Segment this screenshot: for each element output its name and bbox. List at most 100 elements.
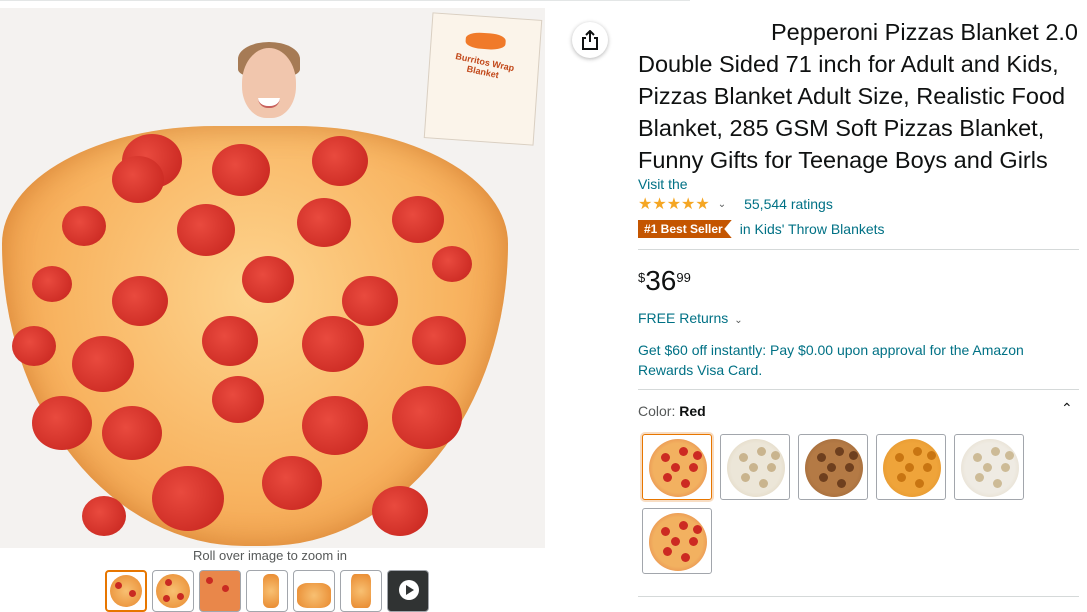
swatch-dot xyxy=(663,473,672,482)
thumbnail-1[interactable] xyxy=(105,570,147,612)
chevron-down-icon: ⌄ xyxy=(734,315,743,326)
thumbnail-video[interactable] xyxy=(387,570,429,612)
color-swatch-tortilla-light[interactable] xyxy=(954,434,1024,500)
color-swatch-pepperoni-pizza-2[interactable] xyxy=(642,508,712,574)
swatch-dot xyxy=(693,525,702,534)
swatch-dot xyxy=(681,553,690,562)
pepperoni-slice xyxy=(392,386,462,449)
product-title-line-1: Pepperoni Pizzas Blanket 2.0 xyxy=(771,19,1078,45)
main-product-image[interactable]: Burritos Wrap Blanket xyxy=(0,8,545,548)
chevron-up-icon[interactable]: ⌃ xyxy=(1061,400,1073,417)
pepperoni-slice xyxy=(212,144,270,196)
swatch-dot xyxy=(915,479,924,488)
thumbnail-4[interactable] xyxy=(246,570,288,612)
visit-store-link[interactable]: Visit the xyxy=(638,176,688,192)
color-selector-label: Color: Red xyxy=(638,403,1076,419)
swatch-dot xyxy=(759,479,768,488)
pepperoni-slice xyxy=(302,396,368,455)
pepperoni-slice xyxy=(177,204,235,256)
pepperoni-slice xyxy=(242,256,294,303)
pepperoni-slice xyxy=(82,496,126,536)
ratings-count-link[interactable]: 55,544 ratings xyxy=(744,196,833,212)
star-rating-icon[interactable]: ★★★★★ xyxy=(638,194,710,214)
color-swatch-tortilla[interactable] xyxy=(720,434,790,500)
rating-row: ★★★★★ ⌄ 55,544 ratings xyxy=(638,195,833,213)
free-returns-label: FREE Returns xyxy=(638,310,729,326)
color-label: Color: xyxy=(638,403,676,419)
swatch-dot xyxy=(983,463,992,472)
bag-logo xyxy=(465,31,507,51)
swatch-dot xyxy=(749,463,758,472)
swatch-dot xyxy=(679,521,688,530)
free-returns-link[interactable]: FREE Returns ⌄ xyxy=(638,310,743,326)
swatch-dot xyxy=(975,473,984,482)
pepperoni-slice xyxy=(202,316,258,366)
swatch-dot xyxy=(905,463,914,472)
chevron-down-icon[interactable]: ⌄ xyxy=(718,199,726,210)
pepperoni-slice xyxy=(112,156,164,203)
thumbnail-6[interactable] xyxy=(340,570,382,612)
product-title-line-5: Funny Gifts for Teenage Boys and Girls xyxy=(638,147,1048,173)
product-info: Pepperoni Pizzas Blanket 2.0 Double Side… xyxy=(638,16,1078,176)
pepperoni-slice xyxy=(32,266,72,302)
drawstring-bag-image: Burritos Wrap Blanket xyxy=(423,12,543,146)
card-offer-link[interactable]: Get $60 off instantly: Pay $0.00 upon ap… xyxy=(638,340,1068,380)
divider xyxy=(638,596,1079,597)
swatch-dot xyxy=(993,479,1002,488)
swatch-dot xyxy=(771,451,780,460)
pepperoni-slice xyxy=(72,336,134,392)
pepperoni-slice xyxy=(212,376,264,423)
color-swatch-meat-pizza[interactable] xyxy=(798,434,868,500)
pepperoni-slice xyxy=(32,396,92,450)
swatch-dot xyxy=(767,463,776,472)
share-icon xyxy=(582,30,598,50)
swatch-dot xyxy=(835,447,844,456)
best-seller-row: #1 Best Seller in Kids' Throw Blankets xyxy=(638,219,885,239)
best-seller-category-link[interactable]: in Kids' Throw Blankets xyxy=(740,221,885,237)
swatch-dot xyxy=(849,451,858,460)
pepperoni-slice xyxy=(392,196,444,243)
swatch-dot xyxy=(1005,451,1014,460)
top-divider xyxy=(0,0,690,1)
swatch-image xyxy=(805,439,863,497)
bag-text: Burritos Wrap Blanket xyxy=(454,51,516,81)
best-seller-badge[interactable]: #1 Best Seller xyxy=(638,220,732,238)
swatch-dot xyxy=(689,463,698,472)
share-button[interactable] xyxy=(572,22,608,58)
swatch-image xyxy=(649,439,707,497)
swatch-dot xyxy=(661,527,670,536)
pepperoni-slice xyxy=(312,136,368,186)
price: $ 36 99 xyxy=(638,266,691,296)
play-icon xyxy=(399,580,419,600)
best-seller-label: #1 Best Seller xyxy=(644,222,723,236)
thumbnail-strip xyxy=(105,570,429,612)
swatch-dot xyxy=(923,463,932,472)
swatch-dot xyxy=(897,473,906,482)
thumbnail-5[interactable] xyxy=(293,570,335,612)
thumbnail-3[interactable] xyxy=(199,570,241,612)
zoom-hint: Roll over image to zoom in xyxy=(193,548,347,563)
swatch-dot xyxy=(693,451,702,460)
swatch-dot xyxy=(681,479,690,488)
swatch-image xyxy=(883,439,941,497)
product-title-line-4: Blanket, 285 GSM Soft Pizzas Blanket, xyxy=(638,115,1045,141)
pepperoni-slice xyxy=(302,316,364,372)
swatch-dot xyxy=(741,473,750,482)
swatch-dot xyxy=(671,463,680,472)
swatch-dot xyxy=(679,447,688,456)
swatch-dot xyxy=(689,537,698,546)
swatch-dot xyxy=(661,453,670,462)
divider xyxy=(638,249,1079,250)
product-title-line-3: Pizzas Blanket Adult Size, Realistic Foo… xyxy=(638,83,1066,109)
swatch-dot xyxy=(1001,463,1010,472)
swatch-dot xyxy=(663,547,672,556)
pepperoni-slice xyxy=(372,486,428,536)
product-title-line-2: Double Sided 71 inch for Adult and Kids, xyxy=(638,51,1059,77)
pepperoni-slice xyxy=(62,206,106,246)
swatch-dot xyxy=(927,451,936,460)
thumbnail-2[interactable] xyxy=(152,570,194,612)
color-swatch-pepperoni-pizza[interactable] xyxy=(642,434,712,500)
pepperoni-slice xyxy=(262,456,322,510)
color-swatch-waffle[interactable] xyxy=(876,434,946,500)
swatch-dot xyxy=(819,473,828,482)
